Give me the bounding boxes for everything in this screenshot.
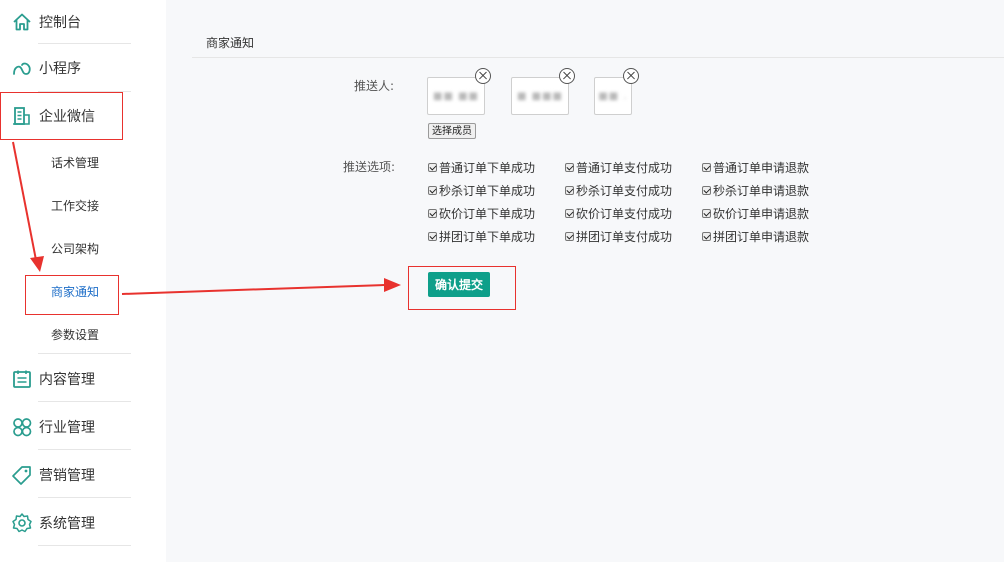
pusher-label: 推送人: — [354, 79, 395, 93]
option-checkbox[interactable]: 秒杀订单支付成功 — [565, 183, 672, 198]
enterprise-wechat-icon — [13, 107, 30, 125]
sidebar-subitem-company-structure[interactable]: 公司架构 — [51, 240, 99, 257]
sidebar-divider — [38, 353, 131, 354]
home-icon — [13, 13, 31, 31]
checkbox-checked-icon[interactable] — [428, 185, 437, 195]
sidebar-subitem-script-management[interactable]: 话术管理 — [51, 154, 99, 171]
submit-button[interactable]: 确认提交 — [428, 272, 490, 297]
checkbox-checked-icon[interactable] — [428, 162, 437, 172]
checkbox-checked-icon[interactable] — [565, 231, 574, 241]
sidebar-item-label: 行业管理 — [39, 420, 95, 436]
grid-icon — [13, 418, 32, 437]
checkbox-checked-icon[interactable] — [565, 162, 574, 172]
sidebar-item-label: 控制台 — [39, 15, 81, 31]
option-checkbox[interactable]: 拼团订单申请退款 — [702, 229, 809, 244]
member-name: ■ ■■■ — [517, 90, 563, 102]
option-checkbox[interactable]: 秒杀订单下单成功 — [428, 183, 535, 198]
sidebar-item-system-management[interactable]: 系统管理 — [0, 503, 166, 543]
option-checkbox[interactable]: 普通订单支付成功 — [565, 160, 672, 175]
remove-member-icon[interactable] — [475, 68, 491, 84]
option-checkbox[interactable]: 普通订单下单成功 — [428, 160, 535, 175]
remove-member-icon[interactable] — [623, 68, 639, 84]
sidebar-item-label: 企业微信 — [39, 109, 95, 125]
sidebar-item-label: 营销管理 — [39, 468, 95, 484]
option-checkbox[interactable]: 砍价订单申请退款 — [702, 206, 809, 221]
checkbox-checked-icon[interactable] — [702, 162, 711, 172]
sidebar-item-mini-program[interactable]: 小程序 — [0, 48, 166, 88]
checkbox-checked-icon[interactable] — [428, 208, 437, 218]
sidebar: 控制台 小程序 企业微信 话术管理 工作交接 公司架构 商家通知 参数设置 内容… — [0, 0, 166, 562]
sidebar-subitem-parameter-settings[interactable]: 参数设置 — [51, 326, 99, 343]
sidebar-item-label: 内容管理 — [39, 372, 95, 388]
checkbox-checked-icon[interactable] — [565, 208, 574, 218]
select-members-button[interactable]: 选择成员 — [428, 123, 476, 139]
sidebar-divider — [38, 497, 131, 498]
sidebar-item-label: 小程序 — [39, 61, 81, 77]
sidebar-item-label: 系统管理 — [39, 516, 95, 532]
option-checkbox[interactable]: 普通订单申请退款 — [702, 160, 809, 175]
checkbox-checked-icon[interactable] — [702, 231, 711, 241]
mini-program-icon — [13, 62, 31, 75]
remove-member-icon[interactable] — [559, 68, 575, 84]
member-name: ■■ ■■ — [433, 90, 479, 102]
option-checkbox[interactable]: 砍价订单支付成功 — [565, 206, 672, 221]
sidebar-subitem-work-handover[interactable]: 工作交接 — [51, 197, 99, 214]
main-content: 商家通知 推送人: ■■ ■■ ■ ■■■ ■■ . 选择成员 推送选项: 普通… — [166, 0, 1004, 562]
sidebar-divider — [38, 43, 131, 44]
page-title: 商家通知 — [206, 36, 255, 50]
gear-icon — [12, 513, 32, 533]
sidebar-item-marketing-management[interactable]: 营销管理 — [0, 455, 166, 495]
sidebar-item-dashboard[interactable]: 控制台 — [0, 2, 166, 42]
checkbox-checked-icon[interactable] — [565, 185, 574, 195]
title-divider — [192, 57, 1004, 58]
sidebar-subitem-merchant-notice[interactable]: 商家通知 — [51, 283, 99, 300]
sidebar-divider — [38, 449, 131, 450]
sidebar-divider — [38, 545, 131, 546]
sidebar-item-enterprise-wechat[interactable]: 企业微信 — [0, 96, 166, 136]
checkbox-checked-icon[interactable] — [428, 231, 437, 241]
member-card: ■ ■■■ — [511, 77, 569, 115]
option-checkbox[interactable]: 拼团订单下单成功 — [428, 229, 535, 244]
option-checkbox[interactable]: 拼团订单支付成功 — [565, 229, 672, 244]
tag-icon — [12, 466, 31, 485]
member-name: ■■ . — [598, 90, 628, 102]
sidebar-item-industry-management[interactable]: 行业管理 — [0, 407, 166, 447]
calendar-icon — [13, 370, 31, 388]
sidebar-item-content-management[interactable]: 内容管理 — [0, 359, 166, 399]
sidebar-divider — [38, 401, 131, 402]
option-checkbox[interactable]: 秒杀订单申请退款 — [702, 183, 809, 198]
sidebar-divider — [38, 91, 131, 92]
checkbox-checked-icon[interactable] — [702, 185, 711, 195]
push-options-label: 推送选项: — [343, 160, 396, 174]
member-card: ■■ ■■ — [427, 77, 485, 115]
checkbox-checked-icon[interactable] — [702, 208, 711, 218]
option-checkbox[interactable]: 砍价订单下单成功 — [428, 206, 535, 221]
